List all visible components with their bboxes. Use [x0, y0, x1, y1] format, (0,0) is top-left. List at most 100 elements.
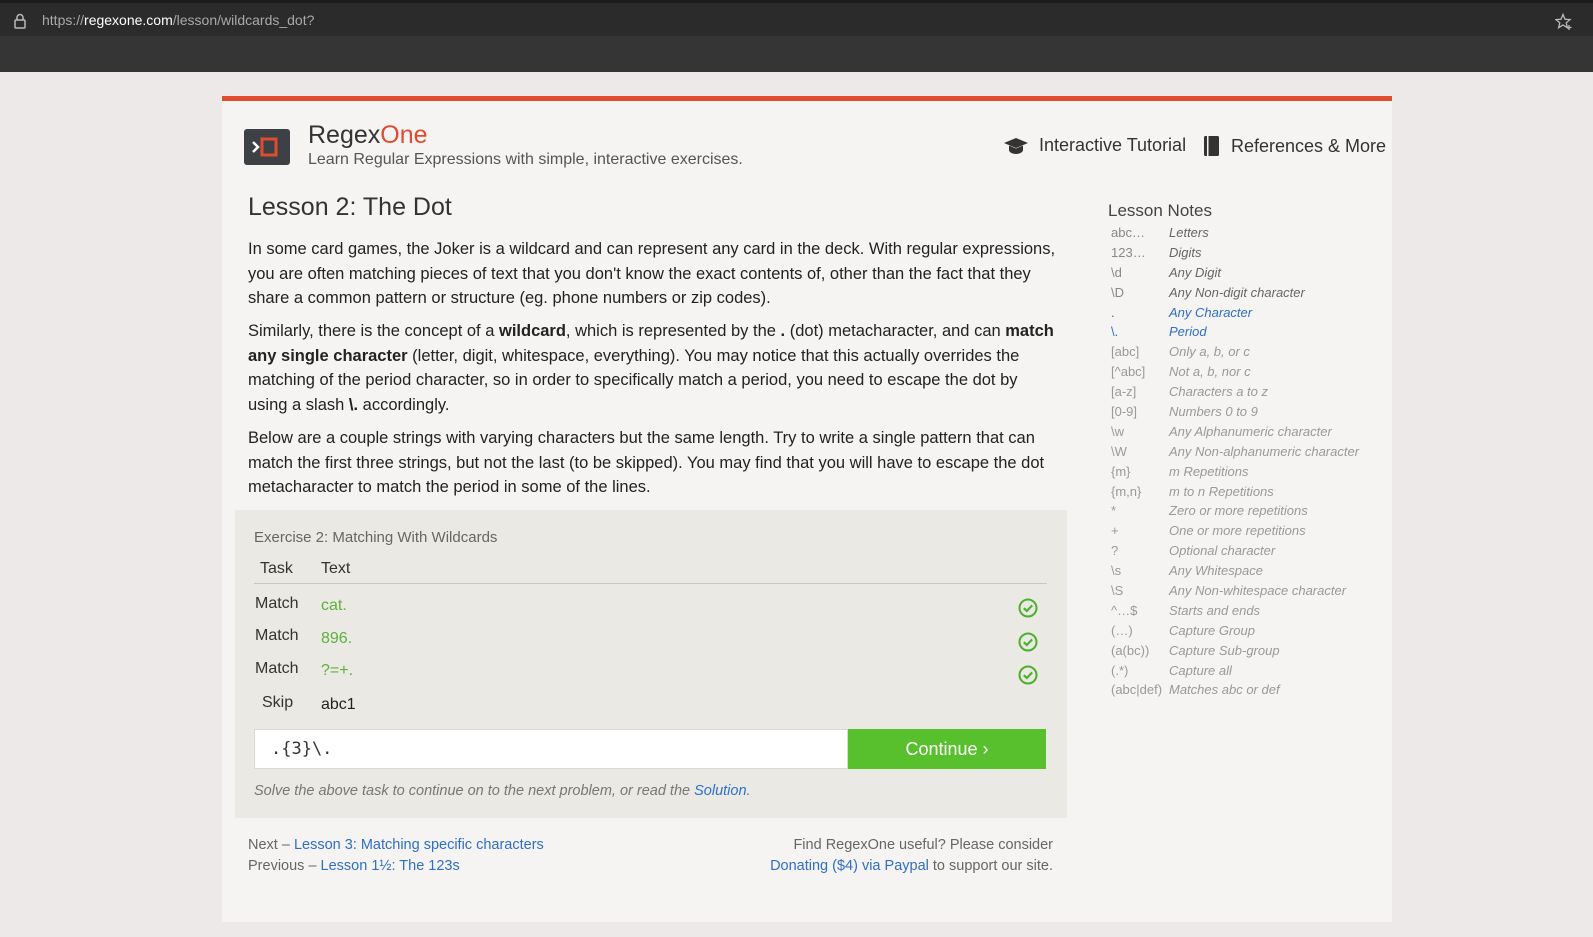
note-description: Any Character: [1169, 304, 1253, 320]
note-item: \w Any Alphanumeric character: [1111, 424, 1386, 444]
note-item: * Zero or more repetitions: [1111, 503, 1386, 523]
note-item: (abc|def) Matches abc or def: [1111, 682, 1386, 702]
note-item: ^…$ Starts and ends: [1111, 603, 1386, 623]
note-description: Any Alphanumeric character: [1169, 423, 1332, 439]
note-description: Any Non-digit character: [1169, 284, 1305, 300]
regex-answer-input[interactable]: [254, 729, 848, 769]
note-description: Letters: [1169, 225, 1209, 240]
nav-interactive-tutorial[interactable]: Interactive Tutorial: [1003, 135, 1186, 156]
note-symbol: \D: [1111, 284, 1124, 300]
column-header-task: Task: [260, 560, 293, 577]
lock-icon: [14, 13, 26, 29]
lesson-notes-list: abc… Letters 123… Digits \d Any Digit \D Any…: [1111, 225, 1386, 702]
site-tagline: Learn Regular Expressions with simple, i…: [308, 151, 743, 168]
nav-tutorial-label: Interactive Tutorial: [1039, 135, 1187, 155]
note-item: {m} m Repetitions: [1111, 464, 1386, 484]
note-symbol: {m,n}: [1111, 483, 1142, 499]
note-description: Only a, b, or c: [1169, 344, 1250, 360]
next-prefix: Next –: [248, 837, 294, 853]
next-lesson-line: Next – Lesson 3: Matching specific chara…: [248, 835, 544, 856]
note-item: \W Any Non-alphanumeric character: [1111, 444, 1386, 464]
logo-icon: [252, 137, 278, 157]
site-brand[interactable]: RegexOne: [308, 121, 428, 150]
lesson-notes-title: Lesson Notes: [1108, 201, 1212, 220]
table-row-task: Skip: [262, 694, 294, 711]
url-text[interactable]: https://regexone.com/lesson/wildcards_do…: [42, 12, 314, 28]
note-description: Any Whitespace: [1169, 563, 1263, 579]
note-item: . Any Character: [1111, 305, 1386, 325]
graduation-cap-icon: [1004, 137, 1028, 154]
note-description: Capture Sub-group: [1169, 642, 1280, 658]
donate-line: Donating ($4) via Paypal to support our …: [762, 856, 1053, 877]
note-description: Capture all: [1169, 662, 1232, 678]
note-symbol: (a(bc)): [1111, 642, 1150, 658]
browser-toolbar: [0, 36, 1593, 72]
url-host: regexone.com: [84, 12, 173, 28]
note-item: 123… Digits: [1111, 245, 1386, 265]
note-symbol: .: [1111, 304, 1115, 320]
solution-link[interactable]: Solution: [694, 783, 746, 799]
exercise-title: Exercise 2: Matching With Wildcards: [254, 529, 498, 546]
note-item: [abc] Only a, b, or c: [1111, 344, 1386, 364]
nav-references[interactable]: References & More: [1203, 135, 1386, 157]
note-symbol: [0-9]: [1111, 404, 1138, 420]
note-symbol: (.*): [1111, 662, 1129, 678]
note-item: + One or more repetitions: [1111, 523, 1386, 543]
next-lesson-link[interactable]: Lesson 3: Matching specific characters: [294, 837, 544, 853]
p2-text-i: accordingly.: [358, 395, 450, 414]
note-item: abc… Letters: [1111, 225, 1386, 245]
table-row-task: Match: [255, 660, 299, 677]
previous-lesson-line: Previous – Lesson 1½: The 123s: [248, 856, 544, 877]
note-description: Any Digit: [1169, 264, 1222, 280]
lesson-title: Lesson 2: The Dot: [248, 193, 452, 221]
p2-text-c: , which is represented by the: [565, 322, 781, 340]
book-icon: [1204, 136, 1219, 156]
note-symbol: \W: [1111, 443, 1127, 459]
note-item: (.*) Capture all: [1111, 663, 1386, 683]
note-item: \. Period: [1111, 324, 1386, 344]
p2-bold-wildcard: wildcard: [498, 322, 566, 340]
brand-accent: One: [380, 121, 428, 149]
note-description: Zero or more repetitions: [1169, 503, 1308, 519]
p2-text-e: (dot) metacharacter, and can: [785, 322, 1006, 340]
exercise-panel: Exercise 2: Matching With Wildcards Task…: [235, 510, 1067, 818]
p2-bold-escape: \.: [348, 395, 359, 414]
note-description: Digits: [1169, 244, 1202, 260]
table-row-task: Match: [255, 595, 299, 612]
table-row-text: 896.: [321, 630, 353, 647]
table-row-text: ?=+.: [321, 662, 354, 679]
note-symbol: ^…$: [1111, 602, 1138, 618]
donate-link[interactable]: Donating ($4) via Paypal: [770, 858, 929, 874]
note-symbol: [^abc]: [1111, 364, 1146, 380]
note-item: ? Optional character: [1111, 543, 1386, 563]
lesson-paragraph-1: In some card games, the Joker is a wildc…: [248, 240, 1056, 307]
continue-button[interactable]: Continue ›: [848, 729, 1046, 769]
note-item: (a(bc)) Capture Sub-group: [1111, 643, 1386, 663]
note-symbol: abc…: [1111, 225, 1145, 240]
note-item: [0-9] Numbers 0 to 9: [1111, 404, 1386, 424]
note-description: Starts and ends: [1169, 602, 1261, 618]
note-description: Optional character: [1169, 543, 1276, 559]
check-circle-icon: [1018, 665, 1038, 685]
note-symbol: +: [1111, 523, 1119, 539]
note-symbol: [a-z]: [1111, 384, 1137, 400]
previous-lesson-link[interactable]: Lesson 1½: The 123s: [321, 858, 460, 874]
bookmark-star-icon[interactable]: [1555, 13, 1573, 31]
note-description: Period: [1169, 324, 1207, 340]
note-description: One or more repetitions: [1169, 523, 1306, 539]
note-symbol: *: [1111, 503, 1117, 519]
check-circle-icon: [1018, 632, 1038, 652]
note-symbol: \s: [1111, 563, 1122, 579]
regexone-logo[interactable]: [244, 129, 290, 165]
table-row-text: cat.: [321, 597, 347, 614]
table-row-text: abc1: [321, 696, 356, 713]
hint-suffix: .: [746, 783, 751, 799]
note-description: Capture Group: [1169, 622, 1255, 638]
previous-prefix: Previous –: [248, 858, 321, 874]
browser-address-bar[interactable]: https://regexone.com/lesson/wildcards_do…: [0, 0, 1593, 36]
url-scheme: https://: [42, 12, 85, 28]
note-symbol: \d: [1111, 264, 1122, 280]
note-description: Matches abc or def: [1169, 682, 1280, 698]
note-symbol: 123…: [1111, 244, 1146, 260]
note-item: \D Any Non-digit character: [1111, 285, 1386, 305]
